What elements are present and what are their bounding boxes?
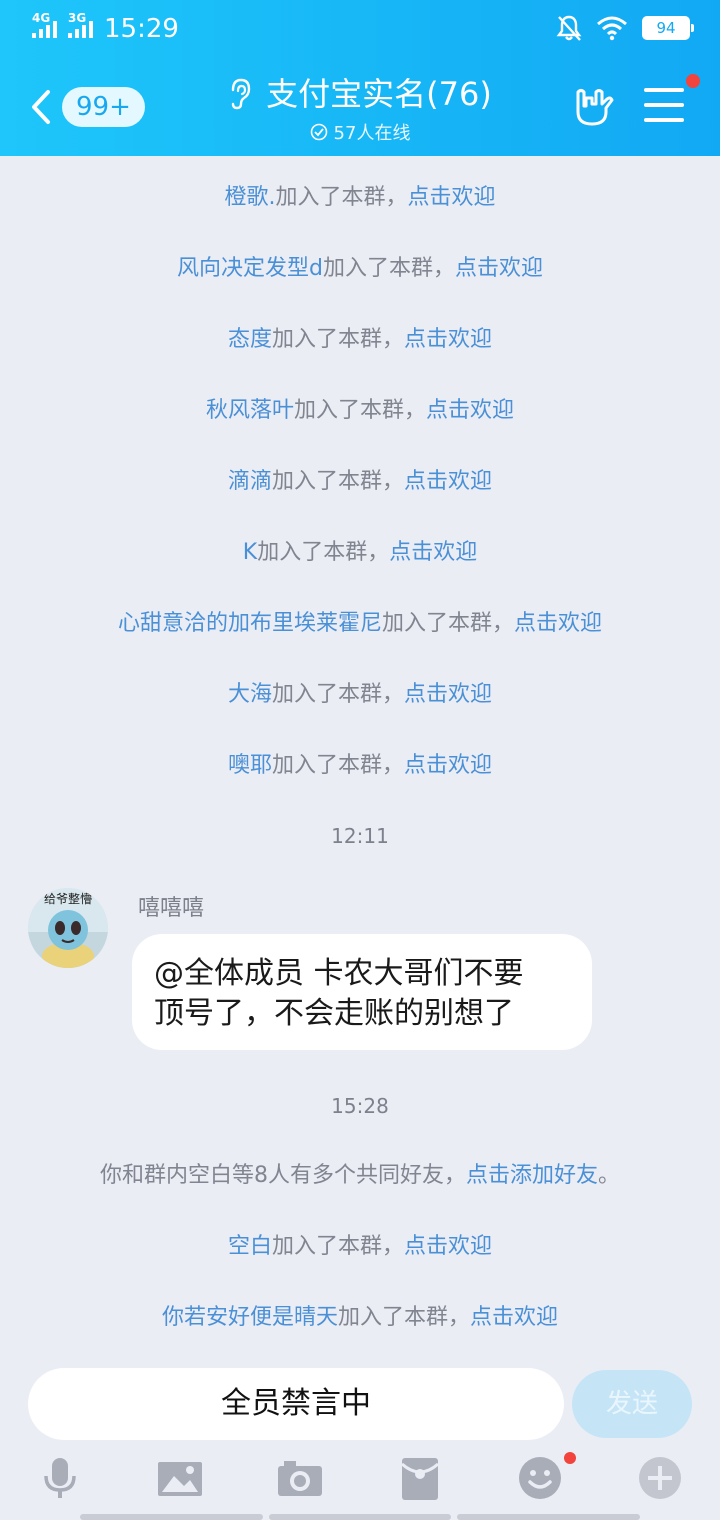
- member-nick[interactable]: 橙歌.: [224, 185, 275, 210]
- ear-icon: [231, 78, 251, 110]
- emoji-button[interactable]: [516, 1454, 564, 1502]
- camera-button[interactable]: [276, 1454, 324, 1502]
- status-time: 15:29: [104, 14, 179, 44]
- toolbar-divider: [80, 1514, 641, 1520]
- join-text: 加入了本群，: [257, 540, 390, 565]
- image-icon: [158, 1462, 202, 1496]
- member-nick[interactable]: 秋风落叶: [206, 398, 294, 423]
- input-toolbar: [0, 1444, 720, 1520]
- welcome-link[interactable]: 点击欢迎: [426, 398, 514, 423]
- avatar[interactable]: 给爷整懵: [28, 888, 108, 968]
- menu-icon: [644, 86, 684, 122]
- red-packet-icon: [401, 1458, 439, 1500]
- join-notice: 心甜意洽的加布里埃莱霍尼加入了本群，点击欢迎: [0, 610, 720, 638]
- signal-icon-2: [68, 20, 93, 38]
- send-button[interactable]: 发送: [572, 1370, 692, 1438]
- join-notice: 你若安好便是晴天加入了本群，点击欢迎: [0, 1304, 720, 1332]
- join-text: 加入了本群，: [271, 753, 404, 778]
- signal-icon-1: [32, 20, 57, 38]
- welcome-link[interactable]: 点击欢迎: [404, 1234, 492, 1259]
- member-nick[interactable]: 心甜意洽的加布里埃莱霍尼: [118, 611, 382, 636]
- join-text: 加入了本群，: [271, 327, 404, 352]
- online-count: 57人在线: [333, 123, 411, 144]
- red-packet-button[interactable]: [396, 1454, 444, 1502]
- mic-icon: [44, 1458, 76, 1498]
- join-text: 加入了本群，: [322, 256, 455, 281]
- welcome-link[interactable]: 点击欢迎: [408, 185, 496, 210]
- emoji-notification-dot: [564, 1452, 576, 1464]
- join-notice: 噢耶加入了本群，点击欢迎: [0, 752, 720, 780]
- group-title: 支付宝实名(76): [266, 75, 492, 113]
- member-nick[interactable]: 空白: [228, 1234, 272, 1259]
- join-text: 加入了本群，: [293, 398, 426, 423]
- member-nick[interactable]: 滴滴: [228, 469, 272, 494]
- sender-name[interactable]: 嘻嘻嘻: [138, 890, 204, 922]
- more-button[interactable]: [636, 1454, 684, 1502]
- join-text: 加入了本群，: [275, 185, 408, 210]
- join-notice: 大海加入了本群，点击欢迎: [0, 681, 720, 709]
- hand-gesture-button[interactable]: [572, 84, 616, 128]
- welcome-link[interactable]: 点击欢迎: [514, 611, 602, 636]
- online-check-icon: [310, 123, 327, 141]
- camera-icon: [278, 1461, 322, 1496]
- battery-indicator: 94: [642, 16, 694, 40]
- member-nick[interactable]: 风向决定发型d: [177, 256, 323, 281]
- menu-notification-dot: [686, 74, 700, 88]
- join-notice: 滴滴加入了本群，点击欢迎: [0, 468, 720, 496]
- add-friend-link[interactable]: 点击添加好友: [466, 1163, 598, 1188]
- welcome-link[interactable]: 点击欢迎: [470, 1305, 558, 1330]
- squirtle-avatar-image: 给爷整懵: [28, 888, 108, 968]
- join-text: 加入了本群，: [271, 682, 404, 707]
- welcome-link[interactable]: 点击欢迎: [404, 469, 492, 494]
- member-nick[interactable]: K: [243, 540, 257, 565]
- message-text-line: 顶号了，不会走账的别想了: [154, 996, 514, 1031]
- chat-header: 4G 3G 15:29 94 99+ 支付宝实名(76) 57人在线: [0, 0, 720, 156]
- join-notice: 态度加入了本群，点击欢迎: [0, 326, 720, 354]
- welcome-link[interactable]: 点击欢迎: [389, 540, 477, 565]
- member-nick[interactable]: 噢耶: [228, 753, 272, 778]
- plus-icon: [639, 1457, 681, 1499]
- wifi-icon: [597, 16, 627, 41]
- join-text: 加入了本群，: [381, 611, 514, 636]
- member-nick[interactable]: 态度: [228, 327, 272, 352]
- menu-button[interactable]: [644, 86, 684, 126]
- common-friends-text: 你和群内空白等8人有多个共同好友，: [99, 1163, 466, 1188]
- timestamp: 12:11: [331, 824, 389, 848]
- welcome-link[interactable]: 点击欢迎: [404, 682, 492, 707]
- message-list[interactable]: 橙歌.加入了本群，点击欢迎 风向决定发型d加入了本群，点击欢迎 态度加入了本群，…: [0, 156, 720, 1356]
- join-notice: 空白加入了本群，点击欢迎: [0, 1233, 720, 1261]
- notice-end: 。: [598, 1163, 621, 1188]
- welcome-link[interactable]: 点击欢迎: [455, 256, 543, 281]
- voice-button[interactable]: [36, 1454, 84, 1502]
- member-nick[interactable]: 大海: [228, 682, 272, 707]
- muted-input-box: 全员禁言中: [28, 1368, 564, 1440]
- image-button[interactable]: [156, 1454, 204, 1502]
- avatar-caption: 给爷整懵: [44, 891, 92, 906]
- join-text: 加入了本群，: [271, 469, 404, 494]
- join-notice: 风向决定发型d加入了本群，点击欢迎: [0, 255, 720, 283]
- mute-bell-icon: [556, 15, 582, 41]
- message-bubble[interactable]: @全体成员 卡农大哥们不要 顶号了，不会走账的别想了: [132, 934, 592, 1050]
- member-nick[interactable]: 你若安好便是晴天: [162, 1305, 338, 1330]
- join-text: 加入了本群，: [337, 1305, 470, 1330]
- common-friends-notice: 你和群内空白等8人有多个共同好友，点击添加好友。: [0, 1162, 720, 1190]
- welcome-link[interactable]: 点击欢迎: [404, 327, 492, 352]
- status-bar: 4G 3G 15:29 94: [0, 0, 720, 56]
- rock-hand-icon: [576, 89, 614, 126]
- join-notice: 橙歌.加入了本群，点击欢迎: [0, 184, 720, 212]
- join-notice: 秋风落叶加入了本群，点击欢迎: [0, 397, 720, 425]
- status-right: 94: [556, 14, 694, 42]
- message-text-line: @全体成员 卡农大哥们不要: [154, 956, 524, 991]
- timestamp: 15:28: [331, 1094, 389, 1118]
- join-text: 加入了本群，: [271, 1234, 404, 1259]
- emoji-icon: [519, 1457, 561, 1499]
- join-notice: K加入了本群，点击欢迎: [0, 539, 720, 567]
- welcome-link[interactable]: 点击欢迎: [404, 753, 492, 778]
